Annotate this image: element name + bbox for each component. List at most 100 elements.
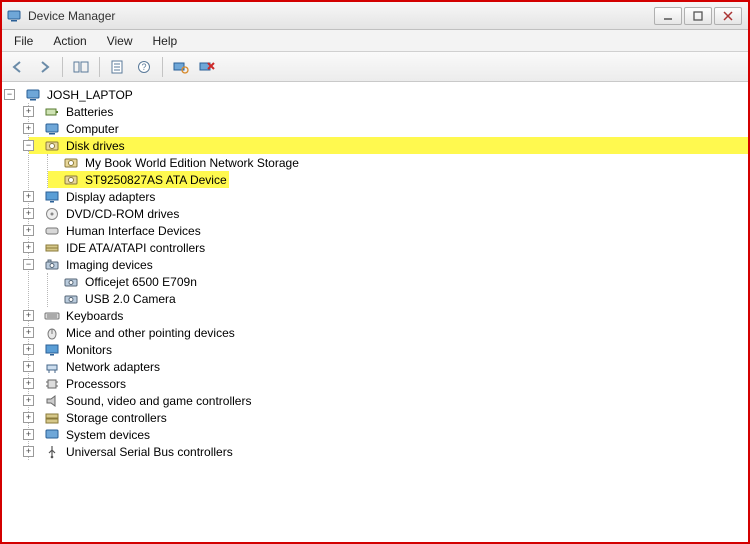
show-hide-console-button[interactable] (69, 56, 93, 78)
tree-node-ide[interactable]: + IDE ATA/ATAPI controllers (29, 239, 748, 256)
expander-plus-icon[interactable]: + (23, 361, 34, 372)
node-label: Batteries (64, 105, 115, 119)
toolbar-separator (162, 57, 163, 77)
window-controls (654, 7, 744, 25)
monitor-icon (44, 342, 60, 358)
node-label: Monitors (64, 343, 114, 357)
tree-node-mice[interactable]: + Mice and other pointing devices (29, 324, 748, 341)
menu-action[interactable]: Action (43, 30, 96, 51)
node-label: Officejet 6500 E709n (83, 275, 199, 289)
toolbar: ? (2, 52, 748, 82)
minimize-button[interactable] (654, 7, 682, 25)
tree-node-system-devices[interactable]: + System devices (29, 426, 748, 443)
expander-plus-icon[interactable]: + (23, 208, 34, 219)
network-icon (44, 359, 60, 375)
expander-none (42, 174, 53, 185)
app-icon (6, 8, 22, 24)
node-label: Computer (64, 122, 121, 136)
expander-minus-icon[interactable]: − (23, 140, 34, 151)
menu-file[interactable]: File (4, 30, 43, 51)
tree-node-keyboards[interactable]: + Keyboards (29, 307, 748, 324)
node-label: ST9250827AS ATA Device (83, 173, 229, 187)
tree-node-batteries[interactable]: + Batteries (29, 103, 748, 120)
uninstall-button[interactable] (195, 56, 219, 78)
expander-minus-icon[interactable]: − (4, 89, 15, 100)
node-label: Processors (64, 377, 128, 391)
properties-button[interactable] (106, 56, 130, 78)
expander-none (42, 293, 53, 304)
expander-plus-icon[interactable]: + (23, 327, 34, 338)
system-icon (44, 427, 60, 443)
camera-icon (63, 291, 79, 307)
node-label: JOSH_LAPTOP (45, 88, 135, 102)
scan-icon (173, 60, 189, 74)
node-label: DVD/CD-ROM drives (64, 207, 181, 221)
back-button[interactable] (6, 56, 30, 78)
expander-plus-icon[interactable]: + (23, 378, 34, 389)
tree-node-sound[interactable]: + Sound, video and game controllers (29, 392, 748, 409)
help-button[interactable]: ? (132, 56, 156, 78)
camera-icon (63, 274, 79, 290)
tree-root[interactable]: − JOSH_LAPTOP + Batteries + Computer − (10, 86, 748, 460)
svg-text:?: ? (141, 62, 146, 72)
menu-view[interactable]: View (97, 30, 143, 51)
node-label: Universal Serial Bus controllers (64, 445, 235, 459)
node-label: Human Interface Devices (64, 224, 203, 238)
expander-plus-icon[interactable]: + (23, 191, 34, 202)
tree-node-storage-controllers[interactable]: + Storage controllers (29, 409, 748, 426)
computer-icon (25, 87, 41, 103)
scan-hardware-button[interactable] (169, 56, 193, 78)
tree-node-imaging[interactable]: − Imaging devices Officejet 6500 E709n U… (29, 256, 748, 307)
expander-plus-icon[interactable]: + (23, 446, 34, 457)
tree-node-display-adapters[interactable]: + Display adapters (29, 188, 748, 205)
uninstall-icon (199, 60, 215, 74)
expander-none (42, 157, 53, 168)
expander-plus-icon[interactable]: + (23, 225, 34, 236)
speaker-icon (44, 393, 60, 409)
camera-icon (44, 257, 60, 273)
console-icon (73, 60, 89, 74)
maximize-button[interactable] (684, 7, 712, 25)
tree-node-monitors[interactable]: + Monitors (29, 341, 748, 358)
tree-node-disk-drives[interactable]: − Disk drives My Book World Edition Netw… (29, 137, 748, 188)
node-label: My Book World Edition Network Storage (83, 156, 301, 170)
disk-icon (63, 155, 79, 171)
expander-plus-icon[interactable]: + (23, 344, 34, 355)
toolbar-separator (99, 57, 100, 77)
optical-drive-icon (44, 206, 60, 222)
tree-node-dvd[interactable]: + DVD/CD-ROM drives (29, 205, 748, 222)
expander-plus-icon[interactable]: + (23, 310, 34, 321)
menu-help[interactable]: Help (143, 30, 188, 51)
close-button[interactable] (714, 7, 742, 25)
disk-icon (44, 138, 60, 154)
display-icon (44, 189, 60, 205)
tree-node-hid[interactable]: + Human Interface Devices (29, 222, 748, 239)
tree-node-imaging-officejet[interactable]: Officejet 6500 E709n (48, 273, 748, 290)
node-label: USB 2.0 Camera (83, 292, 178, 306)
expander-plus-icon[interactable]: + (23, 242, 34, 253)
expander-plus-icon[interactable]: + (23, 106, 34, 117)
menubar: File Action View Help (2, 30, 748, 52)
tree-node-usb-controllers[interactable]: + Universal Serial Bus controllers (29, 443, 748, 460)
expander-plus-icon[interactable]: + (23, 412, 34, 423)
node-label: Storage controllers (64, 411, 169, 425)
expander-plus-icon[interactable]: + (23, 123, 34, 134)
tree-node-network[interactable]: + Network adapters (29, 358, 748, 375)
forward-button[interactable] (32, 56, 56, 78)
expander-plus-icon[interactable]: + (23, 429, 34, 440)
expander-plus-icon[interactable]: + (23, 395, 34, 406)
storage-icon (44, 410, 60, 426)
tree-node-disk-mybook[interactable]: My Book World Edition Network Storage (48, 154, 748, 171)
tree-node-disk-st[interactable]: ST9250827AS ATA Device (48, 171, 748, 188)
help-icon: ? (136, 60, 152, 74)
node-label: Mice and other pointing devices (64, 326, 237, 340)
tree-node-imaging-usbcam[interactable]: USB 2.0 Camera (48, 290, 748, 307)
node-label: Keyboards (64, 309, 125, 323)
mouse-icon (44, 325, 60, 341)
expander-minus-icon[interactable]: − (23, 259, 34, 270)
device-tree[interactable]: − JOSH_LAPTOP + Batteries + Computer − (2, 82, 748, 542)
node-label: Sound, video and game controllers (64, 394, 253, 408)
tree-node-processors[interactable]: + Processors (29, 375, 748, 392)
tree-node-computer[interactable]: + Computer (29, 120, 748, 137)
properties-icon (110, 60, 126, 74)
